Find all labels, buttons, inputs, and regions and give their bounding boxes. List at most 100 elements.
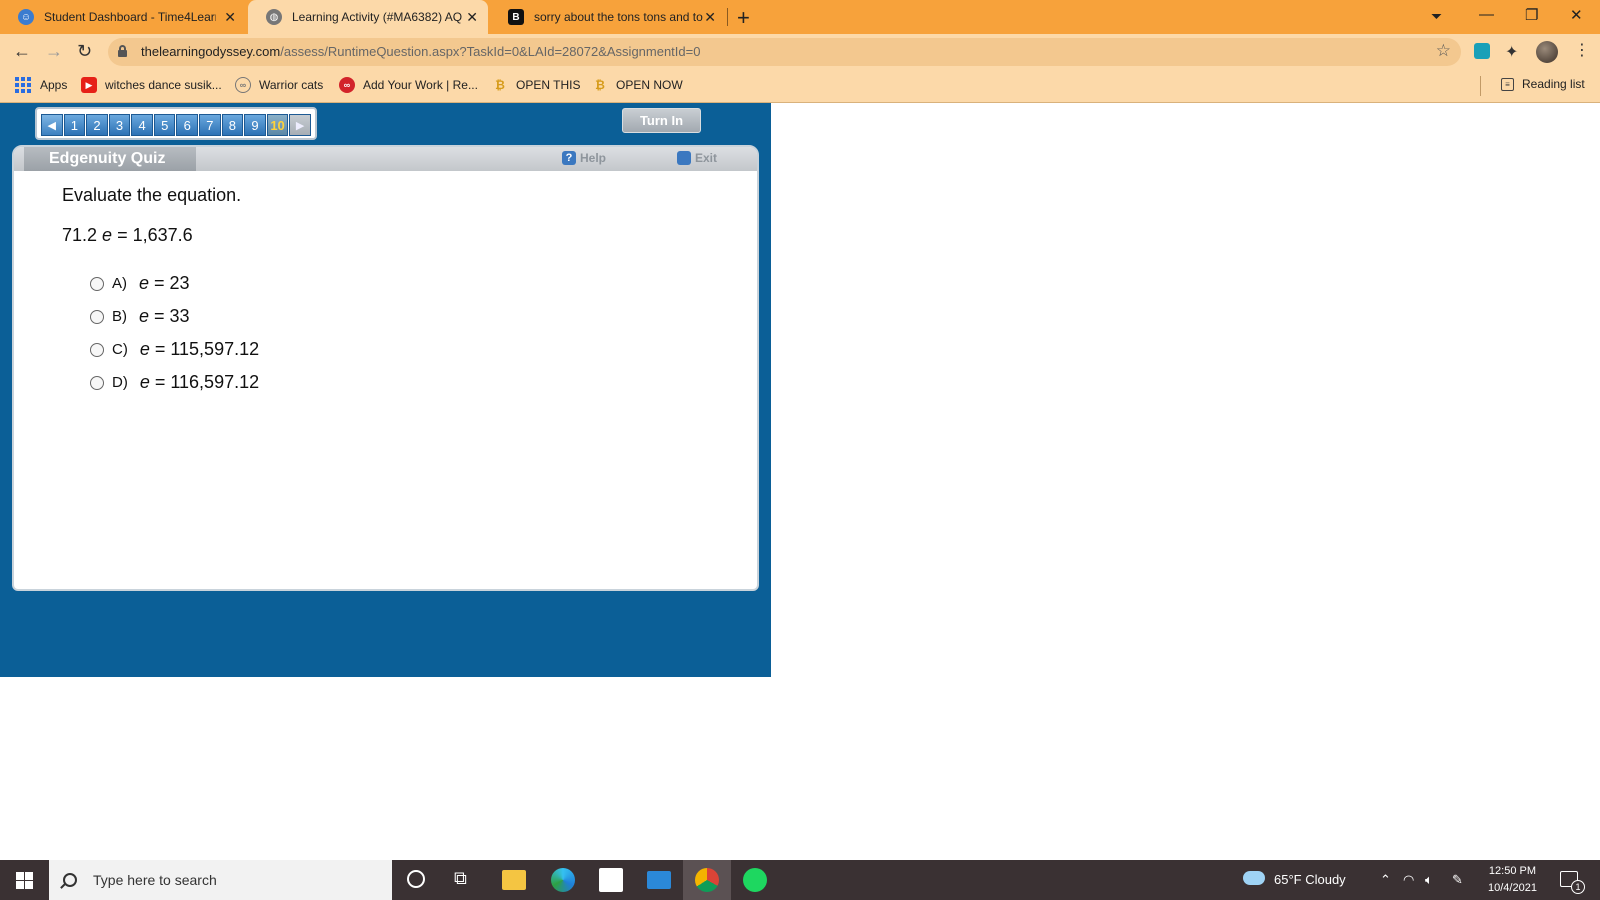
help-button[interactable]: ? Help	[562, 151, 606, 165]
cloudy-weather-icon[interactable]	[1243, 871, 1265, 885]
apps-grid-icon	[15, 77, 31, 93]
bookmarks-divider	[1480, 76, 1481, 96]
task-view-icon[interactable]: ⧉	[454, 868, 478, 892]
bookmark-witches-dance[interactable]: ▶ witches dance susik...	[81, 77, 222, 93]
reading-list-icon: ≡	[1501, 77, 1514, 91]
mail-icon[interactable]	[647, 871, 671, 889]
coin-icon: ₿	[495, 78, 505, 92]
question-button[interactable]: 6	[176, 114, 199, 136]
question-button[interactable]: 2	[86, 114, 108, 136]
question-button[interactable]: 4	[131, 114, 153, 136]
taskbar-search[interactable]: Type here to search	[49, 860, 392, 900]
chrome-icon[interactable]	[695, 868, 719, 892]
quiz-header-bar: Edgenuity Quiz ? Help Exit	[14, 147, 757, 171]
url-text: thelearningodyssey.com/assess/RuntimeQue…	[141, 44, 701, 59]
file-explorer-icon[interactable]	[502, 870, 526, 890]
spotify-icon[interactable]	[743, 868, 767, 892]
edge-icon[interactable]	[551, 868, 575, 892]
quiz-app: ◀ 1 2 3 4 5 6 7 8 9 10 ▶ Turn In Edgenui…	[0, 103, 771, 677]
quiz-panel: Edgenuity Quiz ? Help Exit Evaluate the …	[12, 145, 759, 591]
system-clock[interactable]: 12:50 PM 10/4/2021	[1488, 863, 1537, 897]
menu-kebab-icon[interactable]: ⋮	[1574, 40, 1590, 60]
question-button[interactable]: 8	[221, 114, 244, 136]
close-window-icon[interactable]: ✕	[1570, 6, 1583, 24]
close-tab-icon[interactable]: ✕	[224, 9, 236, 26]
search-placeholder: Type here to search	[93, 872, 217, 888]
new-tab-icon[interactable]: +	[737, 5, 750, 31]
minimize-icon[interactable]: —	[1479, 6, 1494, 23]
back-icon[interactable]: ←	[13, 41, 31, 62]
tab-strip: ☺ Student Dashboard - Time4Learn ✕ ◍ Lea…	[0, 0, 1600, 34]
wifi-icon[interactable]: ◠	[1403, 872, 1414, 888]
question-equation: 71.2 e = 1,637.6	[62, 225, 193, 245]
reading-list-button[interactable]: ≡ Reading list	[1501, 77, 1585, 91]
show-hidden-icons-icon[interactable]: ⌃	[1380, 872, 1391, 888]
search-icon	[63, 873, 77, 887]
tab-sorry-about[interactable]: B sorry about the tons tons and to ✕	[490, 0, 726, 34]
exit-icon	[677, 151, 691, 165]
bookmark-open-this[interactable]: ₿ OPEN THIS	[492, 77, 580, 93]
question-prompt: Evaluate the equation.	[62, 185, 242, 205]
reload-icon[interactable]: ↻	[77, 41, 92, 62]
quiz-title: Edgenuity Quiz	[24, 147, 196, 171]
windows-start-icon[interactable]	[16, 872, 33, 889]
volume-icon[interactable]: 🔈︎	[1425, 872, 1433, 888]
question-navigator: ◀ 1 2 3 4 5 6 7 8 9 10 ▶	[35, 107, 317, 140]
turn-in-button[interactable]: Turn In	[622, 108, 701, 133]
question-button[interactable]: 7	[199, 114, 221, 136]
close-tab-icon[interactable]: ✕	[704, 9, 716, 26]
extensions-puzzle-icon[interactable]: ✦	[1505, 42, 1518, 62]
windows-taskbar: Type here to search ⧉ 65°F Cloudy ⌃ ◠ 🔈︎…	[0, 860, 1600, 900]
answer-option-b[interactable]: B) e = 33	[90, 306, 190, 327]
question-button[interactable]: 1	[63, 114, 86, 136]
globe-favicon-icon: ◍	[266, 9, 282, 25]
browser-toolbar: ← → ↻ thelearningodyssey.com/assess/Runt…	[0, 34, 1600, 70]
tab-title: Learning Activity (#MA6382) AQ	[292, 10, 463, 24]
question-button[interactable]: 5	[153, 114, 176, 136]
bookmarks-bar: Apps ▶ witches dance susik... ∞ Warrior …	[0, 70, 1600, 103]
radio-button[interactable]	[90, 276, 104, 291]
bookmark-apps[interactable]: Apps	[15, 77, 67, 93]
profile-avatar[interactable]	[1536, 41, 1558, 63]
radio-button[interactable]	[90, 342, 104, 357]
tab-title: sorry about the tons tons and to	[534, 10, 703, 24]
weather-text[interactable]: 65°F Cloudy	[1274, 872, 1346, 887]
forward-icon[interactable]: →	[45, 41, 63, 62]
answer-option-c[interactable]: C) e = 115,597.12	[90, 339, 259, 360]
close-tab-icon[interactable]: ✕	[466, 9, 478, 26]
youtube-icon: ▶	[81, 77, 97, 93]
address-bar[interactable]: thelearningodyssey.com/assess/RuntimeQue…	[108, 38, 1461, 66]
radio-button[interactable]	[90, 309, 104, 324]
roblox-icon: ∞	[339, 77, 355, 93]
pen-extension-icon[interactable]	[1474, 43, 1490, 59]
exit-button[interactable]: Exit	[677, 151, 717, 165]
bookmark-open-now[interactable]: ₿ OPEN NOW	[592, 77, 683, 93]
tab-divider	[727, 8, 728, 26]
bookmark-warrior-cats[interactable]: ∞ Warrior cats	[235, 77, 323, 93]
link-icon: ∞	[235, 77, 251, 93]
pen-icon[interactable]: ✎	[1452, 872, 1463, 888]
radio-button[interactable]	[90, 375, 104, 390]
answer-option-a[interactable]: A) e = 23	[90, 273, 190, 294]
question-button[interactable]: 9	[244, 114, 266, 136]
tab-student-dashboard[interactable]: ☺ Student Dashboard - Time4Learn ✕	[0, 0, 246, 34]
time4learning-favicon-icon: ☺	[18, 9, 34, 25]
tab-title: Student Dashboard - Time4Learn	[44, 10, 216, 24]
bookmark-star-icon[interactable]: ☆	[1436, 41, 1451, 61]
tab-learning-activity[interactable]: ◍ Learning Activity (#MA6382) AQ ✕	[248, 0, 488, 34]
help-icon: ?	[562, 151, 576, 165]
notification-count-badge: 1	[1571, 880, 1585, 894]
tab-search-icon[interactable]: ⏷	[1431, 8, 1442, 25]
restore-icon[interactable]: ❐	[1525, 6, 1538, 24]
store-icon[interactable]	[599, 868, 623, 892]
next-question-icon[interactable]: ▶	[289, 114, 311, 136]
answer-option-d[interactable]: D) e = 116,597.12	[90, 372, 259, 393]
b-favicon-icon: B	[508, 9, 524, 25]
current-question-button[interactable]: 10	[266, 114, 289, 136]
bookmark-add-your-work[interactable]: ∞ Add Your Work | Re...	[339, 77, 478, 93]
lock-icon	[118, 45, 127, 57]
coin-icon: ₿	[595, 78, 605, 92]
previous-question-icon[interactable]: ◀	[41, 114, 63, 136]
question-button[interactable]: 3	[108, 114, 131, 136]
cortana-icon[interactable]	[407, 870, 425, 888]
